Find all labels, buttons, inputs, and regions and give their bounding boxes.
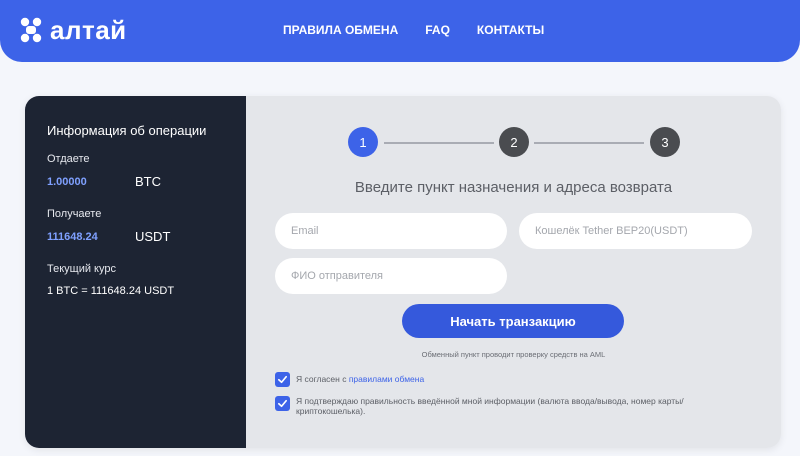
nav-link-contacts[interactable]: КОНТАКТЫ — [477, 23, 544, 37]
receive-label: Получаете — [47, 208, 102, 220]
rate-value: 1 BTC = 111648.24 USDT — [47, 285, 175, 297]
rules-link[interactable]: правилами обмена — [349, 374, 424, 384]
confirm-info-checkbox[interactable] — [275, 396, 290, 411]
give-currency: BTC — [135, 174, 161, 189]
form-title: Введите пункт назначения и адреса возвра… — [354, 179, 673, 196]
agree-prefix: Я согласен с — [296, 374, 349, 384]
give-label: Отдаете — [47, 153, 90, 165]
agree-rules-checkbox[interactable] — [275, 372, 290, 387]
site-header: алтай ПРАВИЛА ОБМЕНА FAQ КОНТАКТЫ — [0, 0, 800, 62]
step-2: 2 — [499, 127, 529, 157]
checkmark-icon — [278, 399, 287, 408]
start-transaction-button[interactable]: Начать транзакцию — [402, 304, 624, 338]
confirm-info-row: Я подтверждаю правильность введённой мно… — [275, 396, 736, 416]
exchange-card: Информация об операции Отдаете 1.00000 B… — [25, 96, 781, 448]
checkmark-icon — [278, 375, 287, 384]
email-input[interactable] — [275, 213, 507, 249]
agree-rules-row: Я согласен с правилами обмена — [275, 372, 424, 387]
stepper: 1 2 3 — [348, 127, 680, 159]
wallet-input[interactable] — [519, 213, 752, 249]
step-3: 3 — [650, 127, 680, 157]
summary-title: Информация об операции — [47, 123, 207, 138]
nav-link-rules[interactable]: ПРАВИЛА ОБМЕНА — [283, 23, 398, 37]
step-connector — [384, 142, 494, 144]
agree-rules-label: Я согласен с правилами обмена — [296, 372, 424, 384]
give-amount: 1.00000 — [47, 175, 87, 188]
confirm-info-label: Я подтверждаю правильность введённой мно… — [296, 396, 684, 416]
logo-icon — [20, 17, 42, 43]
rate-label: Текущий курс — [47, 263, 116, 275]
sender-name-input[interactable] — [275, 258, 507, 294]
nav-link-faq[interactable]: FAQ — [425, 23, 450, 37]
step-connector — [534, 142, 644, 144]
destination-form: 1 2 3 Введите пункт назначения и адреса … — [246, 96, 781, 448]
give-row: 1.00000 BTC — [47, 174, 246, 189]
aml-note: Обменный пункт проводит проверку средств… — [421, 350, 606, 359]
receive-amount: 111648.24 — [47, 230, 98, 243]
step-1: 1 — [348, 127, 378, 157]
receive-currency: USDT — [135, 229, 171, 244]
main-nav: ПРАВИЛА ОБМЕНА FAQ КОНТАКТЫ — [283, 23, 571, 37]
logo[interactable]: алтай — [20, 16, 127, 44]
receive-row: 111648.24 USDT — [47, 229, 246, 244]
operation-summary: Информация об операции Отдаете 1.00000 B… — [25, 96, 246, 448]
brand-name: алтай — [50, 15, 127, 45]
